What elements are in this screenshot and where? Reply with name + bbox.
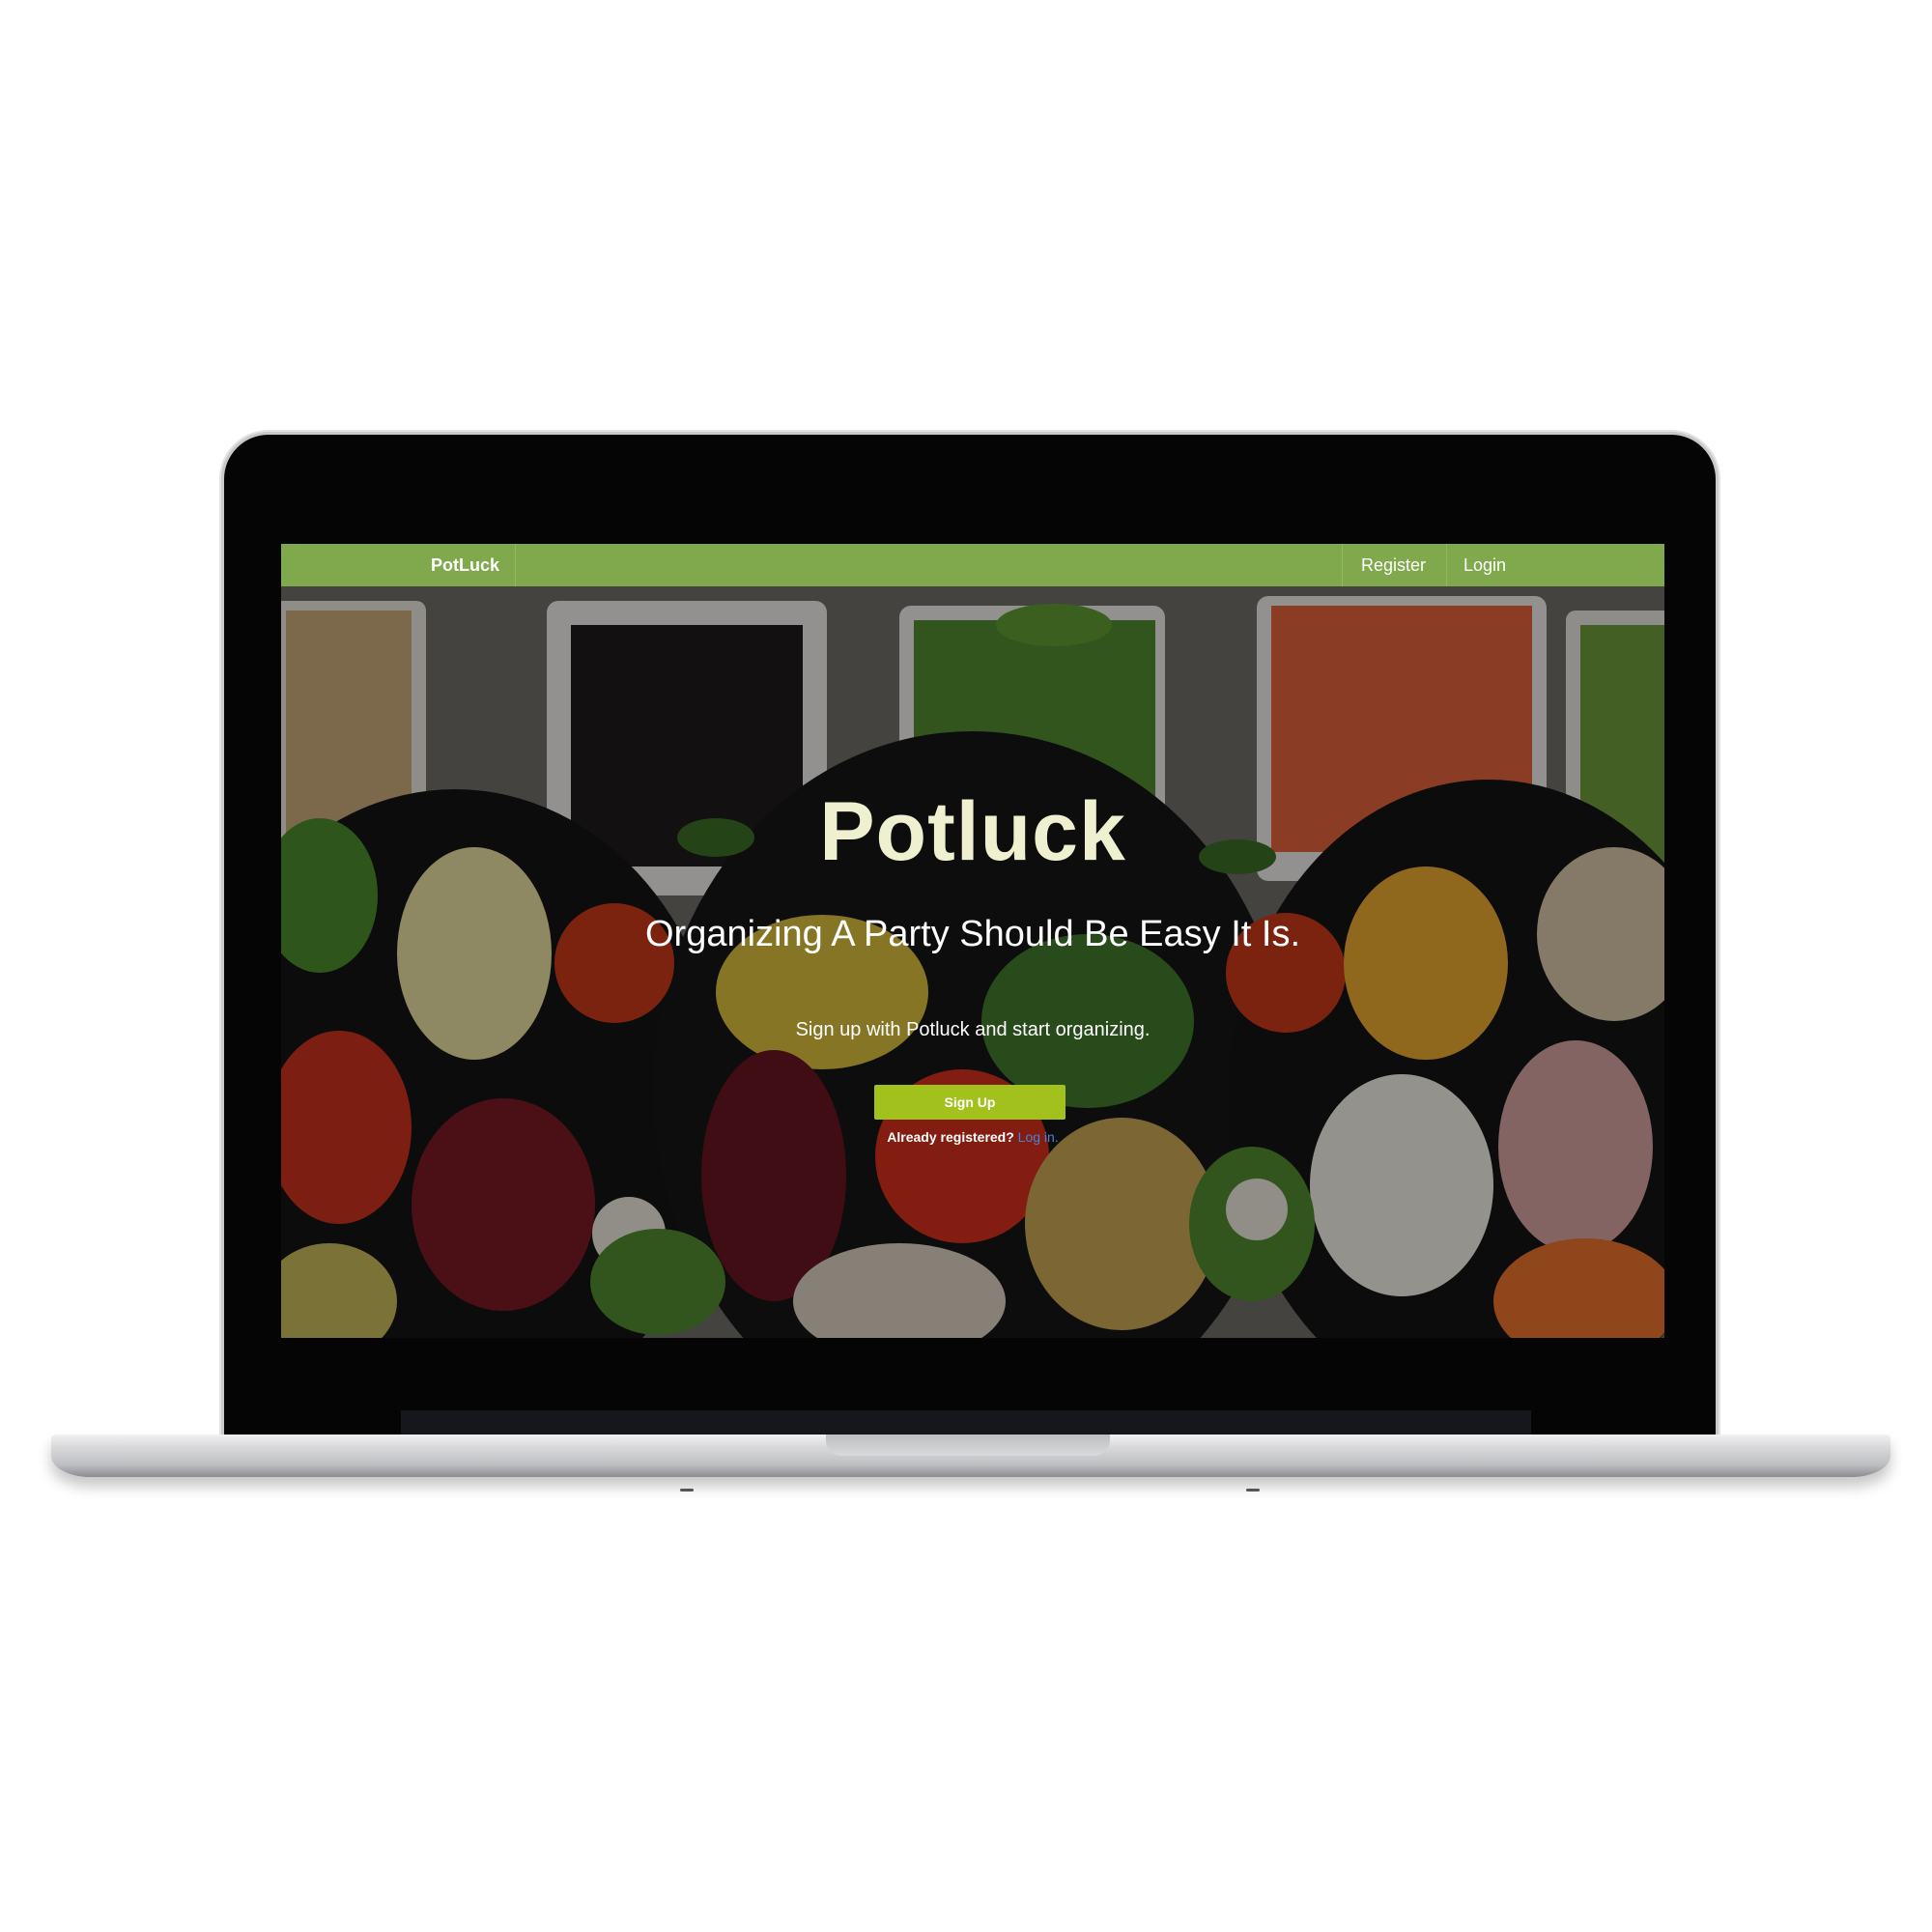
nav-divider: [1446, 544, 1447, 586]
hero-section: Potluck Organizing A Party Should Be Eas…: [281, 586, 1664, 1338]
already-registered-label: Already registered?: [887, 1129, 1014, 1145]
login-link[interactable]: Log in.: [1018, 1129, 1059, 1145]
laptop-foot: [1246, 1489, 1260, 1492]
hero-title: Potluck: [819, 785, 1126, 878]
sign-up-button[interactable]: Sign Up: [874, 1085, 1065, 1120]
nav-login-link[interactable]: Login: [1463, 544, 1506, 586]
laptop-screen: PotLuck Register Login Potluck Organizin…: [281, 544, 1664, 1338]
product-mockup: PotLuck Register Login Potluck Organizin…: [0, 0, 1932, 1932]
brand-link[interactable]: PotLuck: [402, 544, 517, 586]
nav-register-link[interactable]: Register: [1361, 544, 1426, 586]
nav-divider: [1342, 544, 1343, 586]
hero-subtitle: Organizing A Party Should Be Easy It Is.: [644, 914, 1301, 954]
already-registered-text: Already registered? Log in.: [281, 1129, 1664, 1145]
top-navbar: PotLuck Register Login: [281, 544, 1664, 586]
laptop-notch: [826, 1435, 1110, 1456]
hero-tagline: Sign up with Potluck and start organizin…: [795, 1019, 1151, 1040]
laptop-foot: [680, 1489, 694, 1492]
laptop-hinge: [401, 1410, 1531, 1435]
